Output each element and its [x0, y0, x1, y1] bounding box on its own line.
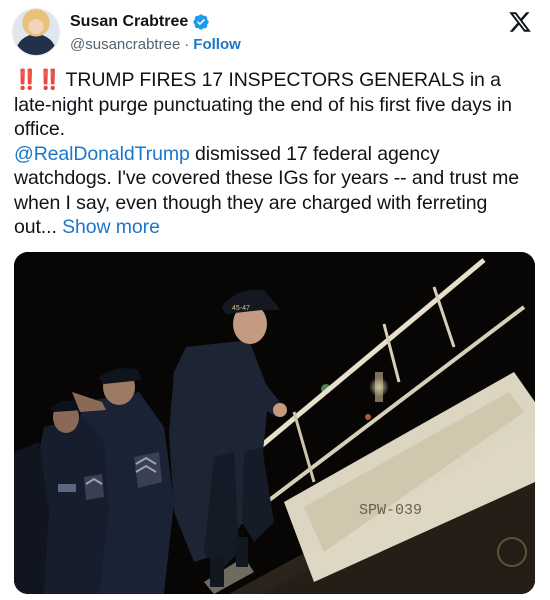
tweet-body: ‼️‼️ TRUMP FIRES 17 INSPECTORS GENERALS … [14, 68, 534, 240]
double-exclamation-icon: ‼️ [14, 69, 38, 91]
author-names: Susan Crabtree @susancrabtree · Follow [70, 11, 241, 55]
tweet-header: Susan Crabtree @susancrabtree · Follow [12, 8, 538, 58]
photo-scene: SPW-039 45-47 [14, 252, 535, 594]
verified-badge-icon [193, 14, 209, 30]
x-logo-icon[interactable] [508, 10, 532, 34]
tweet-text-line1: TRUMP FIRES 17 INSPECTORS GENERALS in a … [14, 69, 512, 140]
author-handle[interactable]: @susancrabtree [70, 36, 180, 53]
show-more-link[interactable]: Show more [62, 216, 160, 238]
mention-link[interactable]: @RealDonaldTrump [14, 143, 190, 165]
author-avatar[interactable] [12, 8, 60, 56]
double-exclamation-icon: ‼️ [37, 69, 61, 91]
name-row: Susan Crabtree [70, 11, 241, 33]
tweet-photo[interactable]: SPW-039 45-47 [14, 252, 535, 594]
tweet-paragraph-2: @RealDonaldTrump dismissed 17 federal ag… [14, 142, 534, 240]
handle-separator: · [184, 35, 190, 53]
tweet-card: Susan Crabtree @susancrabtree · Follow ‼… [0, 0, 550, 600]
cap-label: 45-47 [232, 305, 250, 312]
follow-button[interactable]: Follow [193, 36, 241, 53]
tweet-paragraph-1: ‼️‼️ TRUMP FIRES 17 INSPECTORS GENERALS … [14, 68, 534, 142]
handle-row: @susancrabtree · Follow [70, 33, 241, 55]
author-display-name[interactable]: Susan Crabtree [70, 13, 188, 31]
stairs-label: SPW-039 [359, 502, 422, 519]
